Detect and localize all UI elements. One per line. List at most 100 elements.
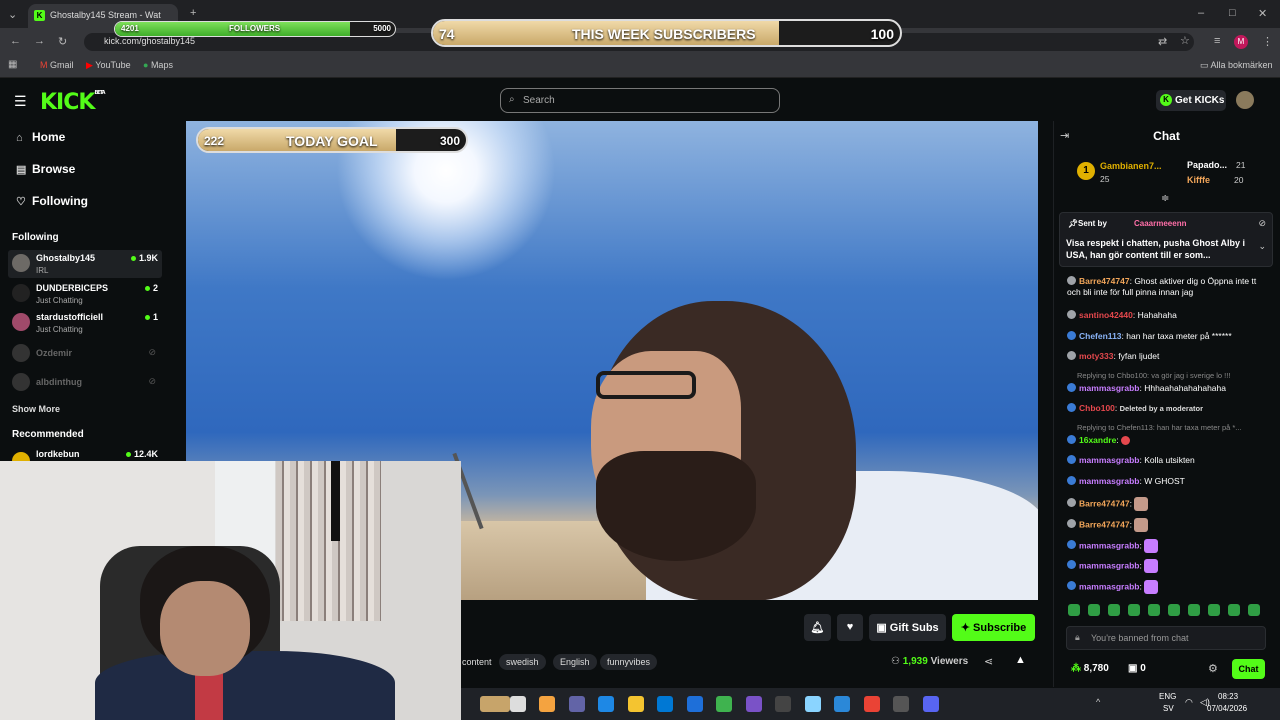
hamburger-menu-icon[interactable]: ☰ [14, 93, 27, 110]
leaderboard-name[interactable]: Kifffe [1187, 175, 1210, 185]
pencil-app-icon[interactable] [539, 696, 555, 712]
stream-tag[interactable]: funnyvibes [600, 654, 658, 670]
stream-tag[interactable]: English [553, 654, 597, 670]
followed-channel[interactable]: stardustofficiell Just Chatting 1 [8, 309, 162, 337]
emote-icon[interactable] [1088, 604, 1100, 616]
chat-message[interactable]: mammasgrabb: Hhhaahahahahahaha [1067, 383, 1272, 394]
recommended-channel[interactable]: lordkebun 12.4K [8, 446, 162, 470]
chat-message[interactable]: mammasgrabb: [1067, 559, 1272, 573]
chat-username[interactable]: mammasgrabb [1079, 455, 1139, 465]
reload-icon[interactable]: ↻ [58, 35, 67, 48]
chat-message[interactable]: Barre474747: [1067, 497, 1272, 511]
chat-username[interactable]: 16xandre [1079, 435, 1116, 445]
chat-username[interactable]: santino42440 [1079, 310, 1133, 320]
media-controls-icon[interactable]: ≡ [1214, 35, 1220, 47]
chat-message[interactable]: mammasgrabb: W GHOST [1067, 476, 1272, 487]
chat-username[interactable]: Chbo100 [1079, 403, 1115, 413]
emote-icon[interactable] [1188, 604, 1200, 616]
followed-channel[interactable]: DUNDERBICEPS Just Chatting 2 [8, 280, 162, 308]
emote-icon[interactable] [1248, 604, 1260, 616]
followed-channel-offline[interactable]: albdinthug ⊘ [8, 369, 162, 397]
clock-time[interactable]: 08:23 [1218, 692, 1238, 701]
bookmark-star-icon[interactable]: ☆ [1180, 34, 1190, 47]
expand-leaderboard-icon[interactable]: ≑ [1161, 193, 1169, 204]
kick-logo[interactable]: KICKBETA [40, 90, 106, 115]
chat-input[interactable]: 🔒︎ You're banned from chat [1066, 626, 1266, 650]
steam-icon[interactable] [775, 696, 791, 712]
bookmark-maps[interactable]: ● Maps [143, 60, 173, 70]
turtle-app-icon[interactable] [480, 696, 510, 712]
wifi-icon[interactable]: ◠ [1185, 697, 1193, 708]
language-indicator[interactable]: ENG [1159, 692, 1176, 701]
sidebar-item-browse[interactable]: ▤ Browse [16, 162, 75, 176]
chevron-down-icon[interactable]: ⌄ [1258, 241, 1266, 252]
chat-message[interactable]: 16xandre: [1067, 435, 1272, 446]
emote-icon[interactable] [1148, 604, 1160, 616]
show-more-link[interactable]: Show More [12, 404, 60, 414]
discord-icon[interactable] [922, 696, 939, 712]
pinned-message[interactable]: 📌︎ Sent by Caaarmeeenn ⊘ Visa respekt i … [1059, 212, 1273, 267]
gift-subs-button[interactable]: ▣ Gift Subs [869, 614, 946, 641]
chat-username[interactable]: mammasgrabb [1079, 540, 1139, 550]
close-window-icon[interactable]: ✕ [1258, 7, 1267, 20]
sidebar-item-home[interactable]: ⌂ Home [16, 130, 65, 144]
settings-icon[interactable]: ⚙ [1208, 662, 1218, 675]
emote-icon[interactable] [1128, 604, 1140, 616]
photos-icon[interactable] [804, 696, 821, 712]
user-avatar[interactable] [1236, 91, 1254, 109]
chat-message[interactable]: Chbo100: Deleted by a moderator [1067, 403, 1272, 414]
store-icon[interactable] [657, 696, 673, 712]
followed-channel-offline[interactable]: Ozdemir ⊘ [8, 340, 162, 368]
leaderboard-name[interactable]: Gambianen7... [1100, 161, 1162, 171]
new-tab-icon[interactable]: + [190, 7, 196, 19]
bookmark-gmail[interactable]: M Gmail [40, 60, 74, 70]
chat-message[interactable]: moty333: fyfan ljudet [1067, 351, 1272, 362]
vpn-icon[interactable] [716, 696, 732, 712]
chat-username[interactable]: Barre474747 [1079, 498, 1130, 508]
stream-tag[interactable]: swedish [499, 654, 546, 670]
edge-icon[interactable] [598, 696, 614, 712]
unpin-icon[interactable]: ⊘ [1258, 218, 1266, 229]
pinned-user[interactable]: Caaarmeeenn [1134, 219, 1186, 228]
back-icon[interactable]: ← [10, 35, 21, 47]
mail-icon[interactable] [686, 696, 703, 712]
apps-grid-icon[interactable]: ▦ [8, 59, 17, 70]
chat-message[interactable]: mammasgrabb: [1067, 580, 1272, 594]
chat-message[interactable]: santino42440: Hahahaha [1067, 310, 1272, 321]
teams-icon[interactable] [568, 696, 585, 712]
emote-icon[interactable] [1208, 604, 1220, 616]
chat-username[interactable]: Barre474747 [1079, 519, 1130, 529]
search-input[interactable]: ⌕ Search [500, 88, 780, 113]
chat-username[interactable]: Barre474747 [1079, 276, 1130, 286]
forward-icon[interactable]: → [34, 35, 45, 47]
chat-send-button[interactable]: Chat [1232, 659, 1265, 679]
report-icon[interactable]: ▲ [1015, 654, 1026, 666]
follow-button[interactable]: ♥ [837, 614, 863, 641]
apps-icon[interactable] [745, 696, 762, 712]
chat-message[interactable]: Barre474747: Ghost aktiver dig o Öppna i… [1067, 276, 1272, 298]
translate-icon[interactable]: ⇄ [1158, 35, 1167, 48]
chrome-menu-icon[interactable]: ⋮ [1262, 35, 1273, 48]
channel-points[interactable]: ⁂ 8,780 [1071, 663, 1109, 674]
tab-search-icon[interactable]: ⌄ [8, 8, 17, 21]
chat-username[interactable]: mammasgrabb [1079, 560, 1139, 570]
chat-username[interactable]: moty333 [1079, 351, 1114, 361]
chat-username[interactable]: mammasgrabb [1079, 383, 1139, 393]
chat-message[interactable]: mammasgrabb: [1067, 539, 1272, 553]
get-kicks-button[interactable]: K Get KICKs [1156, 90, 1226, 111]
bookmark-youtube[interactable]: ▶ YouTube [86, 60, 131, 71]
chat-username[interactable]: mammasgrabb [1079, 581, 1139, 591]
share-icon[interactable]: ⋖ [984, 655, 993, 668]
sidebar-item-following[interactable]: ♡ Following [16, 194, 88, 208]
notifications-button[interactable]: 🔔︎ [804, 614, 831, 641]
chat-username[interactable]: Chefen113 [1079, 331, 1122, 341]
subscribe-button[interactable]: ✦ Subscribe [952, 614, 1035, 641]
chat-message[interactable]: mammasgrabb: Kolla utsikten [1067, 455, 1272, 466]
task-view-icon[interactable] [509, 696, 526, 712]
emote-icon[interactable] [1108, 604, 1120, 616]
chat-message[interactable]: Barre474747: [1067, 518, 1272, 532]
emote-icon[interactable] [1068, 604, 1080, 616]
explorer-icon[interactable] [627, 696, 644, 712]
maximize-icon[interactable]: □ [1229, 7, 1236, 19]
chat-username[interactable]: mammasgrabb [1079, 476, 1139, 486]
